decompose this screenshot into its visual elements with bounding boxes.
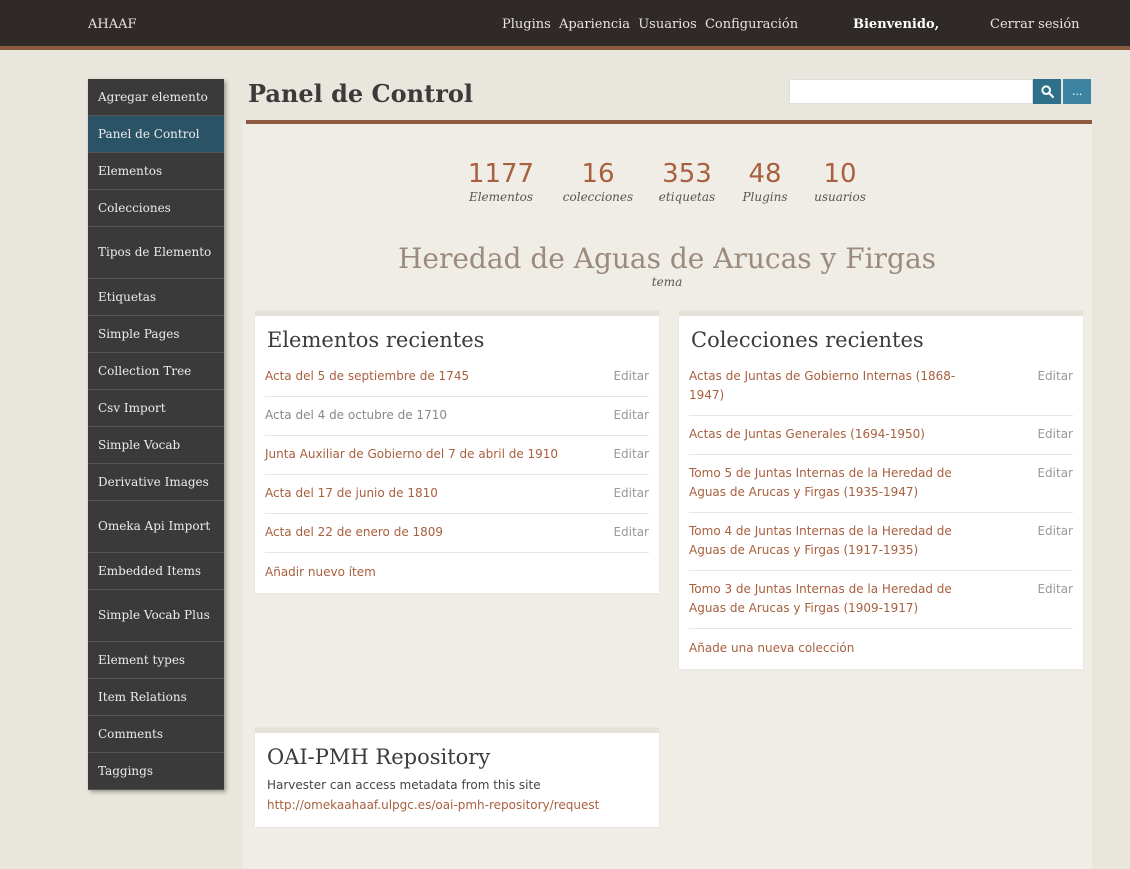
edit-link[interactable]: Editar <box>613 523 649 542</box>
edit-link[interactable]: Editar <box>613 445 649 464</box>
item-title-link[interactable]: Acta del 4 de octubre de 1710 <box>265 406 565 425</box>
list-item: Acta del 22 de enero de 1809 Editar <box>265 514 649 553</box>
add-item-link[interactable]: Añadir nuevo ítem <box>255 553 659 593</box>
recent-items-panel: Elementos recientes Acta del 5 de septie… <box>255 311 659 593</box>
nav-usuarios[interactable]: Usuarios <box>638 17 697 32</box>
oai-request-link[interactable]: http://omekaahaaf.ulpgc.es/oai-pmh-repos… <box>255 795 659 815</box>
sidebar-item-panel-de-control[interactable]: Panel de Control <box>88 116 224 153</box>
stat-label: colecciones <box>562 190 634 204</box>
panel-heading: OAI-PMH Repository <box>267 745 491 769</box>
nav-apariencia[interactable]: Apariencia <box>559 17 630 32</box>
stat-colecciones[interactable]: 16 colecciones <box>551 159 645 205</box>
list-item: Acta del 4 de octubre de 1710 Editar <box>265 397 649 436</box>
list-item: Acta del 5 de septiembre de 1745 Editar <box>265 358 649 397</box>
list-item: Tomo 3 de Juntas Internas de la Heredad … <box>689 571 1073 629</box>
sidebar-item-agregar-elemento[interactable]: Agregar elemento <box>88 79 224 116</box>
add-collection-link[interactable]: Añade una nueva colección <box>679 629 1083 669</box>
edit-link[interactable]: Editar <box>613 484 649 503</box>
sidebar-item-embedded-items[interactable]: Embedded Items <box>88 553 224 590</box>
theme-label: tema <box>651 275 683 289</box>
edit-link[interactable]: Editar <box>1037 522 1073 541</box>
sidebar-item-csv-import[interactable]: Csv Import <box>88 390 224 427</box>
site-name-link[interactable]: AHAAF <box>88 17 137 32</box>
sidebar-item-colecciones[interactable]: Colecciones <box>88 190 224 227</box>
edit-link[interactable]: Editar <box>613 367 649 386</box>
list-item: Tomo 5 de Juntas Internas de la Heredad … <box>689 455 1073 513</box>
stats-summary: 1177 Elementos 16 colecciones 353 etique… <box>242 159 1092 219</box>
list-item: Junta Auxiliar de Gobierno del 7 de abri… <box>265 436 649 475</box>
stat-value: 1177 <box>467 159 535 189</box>
sidebar-item-derivative-images[interactable]: Derivative Images <box>88 464 224 501</box>
item-title-link[interactable]: Acta del 22 de enero de 1809 <box>265 523 565 542</box>
search-button[interactable] <box>1033 79 1062 104</box>
sidebar-item-comments[interactable]: Comments <box>88 716 224 753</box>
recent-collections-panel: Colecciones recientes Actas de Juntas de… <box>679 311 1083 669</box>
list-item: Actas de Juntas de Gobierno Internas (18… <box>689 358 1073 416</box>
stat-label: usuarios <box>814 190 866 204</box>
stat-label: etiquetas <box>658 190 716 204</box>
logout-link[interactable]: Cerrar sesión <box>990 17 1080 32</box>
oai-pmh-panel: OAI-PMH Repository Harvester can access … <box>255 728 659 827</box>
list-item: Actas de Juntas Generales (1694-1950) Ed… <box>689 416 1073 455</box>
edit-link[interactable]: Editar <box>613 406 649 425</box>
sidebar-item-taggings[interactable]: Taggings <box>88 753 224 790</box>
search-bar: ... <box>789 79 1092 104</box>
sidebar-item-simple-vocab[interactable]: Simple Vocab <box>88 427 224 464</box>
sidebar-item-element-types[interactable]: Element types <box>88 642 224 679</box>
edit-link[interactable]: Editar <box>1037 580 1073 599</box>
recent-collections-list: Actas de Juntas de Gobierno Internas (18… <box>679 358 1083 629</box>
panel-heading: Elementos recientes <box>267 328 485 352</box>
item-title-link[interactable]: Junta Auxiliar de Gobierno del 7 de abri… <box>265 445 565 464</box>
dashboard-content: 1177 Elementos 16 colecciones 353 etique… <box>242 124 1092 869</box>
oai-description: Harvester can access metadata from this … <box>267 778 541 792</box>
top-nav: Plugins Apariencia Usuarios Configuració… <box>502 17 802 32</box>
stat-value: 353 <box>662 159 712 189</box>
nav-plugins[interactable]: Plugins <box>502 17 551 32</box>
collection-title-link[interactable]: Tomo 3 de Juntas Internas de la Heredad … <box>689 580 989 618</box>
welcome-text: Bienvenido, <box>853 17 940 32</box>
stat-plugins[interactable]: 48 Plugins <box>731 159 799 205</box>
nav-configuracion[interactable]: Configuración <box>705 17 798 32</box>
item-title-link[interactable]: Acta del 5 de septiembre de 1745 <box>265 367 565 386</box>
page-title: Panel de Control <box>248 79 473 108</box>
sidebar-item-tipos-de-elemento[interactable]: Tipos de Elemento <box>88 227 224 279</box>
site-title: Heredad de Aguas de Arucas y Firgas <box>397 242 937 275</box>
sidebar-item-simple-pages[interactable]: Simple Pages <box>88 316 224 353</box>
stat-label: Plugins <box>742 190 788 204</box>
collection-title-link[interactable]: Actas de Juntas de Gobierno Internas (18… <box>689 367 989 405</box>
sidebar-item-collection-tree[interactable]: Collection Tree <box>88 353 224 390</box>
stat-usuarios[interactable]: 10 usuarios <box>800 159 880 205</box>
sidebar-item-item-relations[interactable]: Item Relations <box>88 679 224 716</box>
item-title-link[interactable]: Acta del 17 de junio de 1810 <box>265 484 565 503</box>
collection-title-link[interactable]: Actas de Juntas Generales (1694-1950) <box>689 425 989 444</box>
list-item: Acta del 17 de junio de 1810 Editar <box>265 475 649 514</box>
search-input[interactable] <box>789 79 1034 104</box>
edit-link[interactable]: Editar <box>1037 367 1073 386</box>
list-item: Tomo 4 de Juntas Internas de la Heredad … <box>689 513 1073 571</box>
top-bar: AHAAF Plugins Apariencia Usuarios Config… <box>0 0 1130 50</box>
stat-elementos[interactable]: 1177 Elementos <box>453 159 549 205</box>
collection-title-link[interactable]: Tomo 5 de Juntas Internas de la Heredad … <box>689 464 989 502</box>
stat-etiquetas[interactable]: 353 etiquetas <box>647 159 727 205</box>
edit-link[interactable]: Editar <box>1037 464 1073 483</box>
panel-heading: Colecciones recientes <box>691 328 924 352</box>
sidebar-item-simple-vocab-plus[interactable]: Simple Vocab Plus <box>88 590 224 642</box>
stat-label: Elementos <box>468 190 534 204</box>
stat-value: 48 <box>748 159 782 189</box>
stat-value: 10 <box>823 159 857 189</box>
collection-title-link[interactable]: Tomo 4 de Juntas Internas de la Heredad … <box>689 522 989 560</box>
search-icon <box>1041 85 1054 98</box>
sidebar-item-elementos[interactable]: Elementos <box>88 153 224 190</box>
advanced-search-button[interactable]: ... <box>1063 79 1092 104</box>
sidebar-item-omeka-api-import[interactable]: Omeka Api Import <box>88 501 224 553</box>
edit-link[interactable]: Editar <box>1037 425 1073 444</box>
recent-items-list: Acta del 5 de septiembre de 1745 Editar … <box>255 358 659 553</box>
sidebar-item-etiquetas[interactable]: Etiquetas <box>88 279 224 316</box>
stat-value: 16 <box>581 159 615 189</box>
sidebar: Agregar elemento Panel de Control Elemen… <box>88 79 224 790</box>
